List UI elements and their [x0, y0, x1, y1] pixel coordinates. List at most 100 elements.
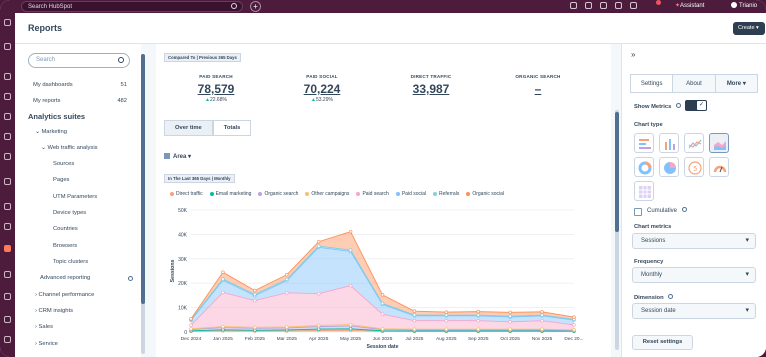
- main-scrollbar-thumb[interactable]: [615, 112, 619, 232]
- assistant-button[interactable]: Assistant: [675, 2, 704, 9]
- marketing-icon[interactable]: [4, 113, 11, 120]
- help-icon[interactable]: [600, 2, 607, 9]
- tab-totals[interactable]: Totals: [212, 120, 252, 136]
- nav-sources[interactable]: Sources: [25, 157, 141, 172]
- data-point: [508, 314, 512, 319]
- library-icon[interactable]: [4, 293, 11, 300]
- x-tick-label: Aug 2025: [436, 336, 457, 342]
- legend-item[interactable]: Organic social: [466, 191, 504, 197]
- metric-label: ORGANIC SEARCH: [515, 74, 561, 79]
- chart-type-kpi[interactable]: 5: [684, 157, 704, 177]
- cumulative-checkbox[interactable]: [634, 208, 642, 216]
- settings-panel: » Settings About More ▾ Show Metrics ✓ C…: [621, 44, 766, 357]
- global-search[interactable]: Search HubSpot: [21, 1, 243, 12]
- chart-type-horizontal-bar[interactable]: [634, 133, 654, 153]
- data-icon[interactable]: [4, 271, 11, 278]
- show-metrics-toggle[interactable]: ✓: [685, 100, 707, 111]
- data-point: [444, 310, 449, 314]
- settings-icon[interactable]: [615, 2, 622, 9]
- nav-sales[interactable]: › Sales: [15, 320, 141, 335]
- sales-icon[interactable]: [4, 153, 11, 160]
- data-point: [412, 309, 417, 313]
- user-menu[interactable]: Trianio: [731, 2, 757, 9]
- create-button[interactable]: Create ▾: [733, 22, 765, 35]
- nav-marketing[interactable]: ⌄ Marketing: [15, 125, 141, 140]
- metric-value[interactable]: –: [488, 82, 588, 96]
- tab-settings[interactable]: Settings: [631, 75, 674, 92]
- data-point: [221, 277, 225, 281]
- chart-type-area[interactable]: [709, 133, 729, 153]
- nav-count: 482: [117, 98, 127, 104]
- chart-type-vertical-bar[interactable]: [659, 133, 679, 153]
- nav-topic-clusters[interactable]: Topic clusters: [15, 255, 141, 270]
- nav-my-reports[interactable]: My reports 482: [15, 94, 141, 109]
- collapse-panel-icon[interactable]: »: [631, 50, 635, 59]
- tab-about[interactable]: About: [673, 75, 716, 92]
- add-icon[interactable]: +: [250, 1, 261, 12]
- bookmark-icon[interactable]: [4, 43, 11, 50]
- legend-item[interactable]: Direct traffic: [170, 191, 203, 197]
- metric-label: PAID SOCIAL: [306, 74, 338, 79]
- nav-browsers[interactable]: Browsers: [15, 239, 141, 254]
- legend-item[interactable]: Paid social: [395, 191, 426, 197]
- chart-type-gauge[interactable]: [709, 157, 729, 177]
- phone-icon[interactable]: [570, 2, 577, 9]
- gear-icon[interactable]: [4, 316, 11, 323]
- service-icon[interactable]: [4, 203, 11, 210]
- cumulative-label: Cumulative: [647, 207, 687, 214]
- chart-type-dropdown[interactable]: Area: [164, 153, 191, 160]
- collapse-rail-icon[interactable]: [4, 336, 11, 343]
- nav-web-traffic-analysis[interactable]: ⌄ Web traffic analysis: [15, 141, 141, 156]
- data-point: [285, 291, 289, 295]
- nav-advanced-reporting[interactable]: Advanced reporting: [15, 271, 141, 286]
- legend-item[interactable]: Organic search: [258, 191, 298, 197]
- data-point: [508, 310, 512, 315]
- dimension-select[interactable]: Session date: [632, 303, 756, 319]
- contacts-icon[interactable]: [4, 73, 11, 80]
- notifications-icon[interactable]: [630, 2, 637, 9]
- data-point: [444, 318, 449, 323]
- commerce-icon[interactable]: [4, 178, 11, 185]
- legend-item[interactable]: Other campaigns: [305, 191, 349, 197]
- chart-type-line[interactable]: [684, 133, 704, 153]
- reset-settings-button[interactable]: Reset settings: [632, 335, 693, 350]
- x-tick-label: Jan 2025: [213, 336, 233, 342]
- automation-icon[interactable]: [4, 223, 11, 230]
- left-rail: [0, 13, 15, 357]
- tab-more[interactable]: More ▾: [715, 75, 757, 92]
- nav-channel-performance[interactable]: › Channel performance: [15, 288, 141, 303]
- nav-utm-parameters[interactable]: UTM Parameters: [15, 190, 141, 205]
- chart-type-donut[interactable]: [634, 157, 654, 177]
- sidebar-search-input[interactable]: Search: [28, 53, 130, 68]
- metric-value[interactable]: 70,224: [272, 82, 372, 96]
- data-point: [348, 327, 353, 331]
- legend-item[interactable]: Referrals: [433, 191, 459, 197]
- legend-item[interactable]: Email marketing: [209, 191, 251, 197]
- nav-service[interactable]: › Service: [15, 337, 141, 352]
- chart-type-pie[interactable]: [659, 157, 679, 177]
- metric-value[interactable]: 33,987: [381, 82, 481, 96]
- tab-over-time[interactable]: Over time: [164, 120, 213, 136]
- nav-countries[interactable]: Countries: [15, 222, 141, 237]
- marketplace-icon[interactable]: [585, 2, 592, 9]
- nav-pages[interactable]: Pages: [15, 173, 141, 188]
- nav-crm-insights[interactable]: › CRM insights: [15, 304, 141, 319]
- compared-to-badge: Compared To | Previous 365 Days: [164, 53, 241, 62]
- metric-value[interactable]: 78,579: [166, 82, 266, 96]
- sidebar-scrollbar-thumb[interactable]: [141, 54, 145, 304]
- reporting-icon[interactable]: [4, 245, 11, 252]
- content-icon[interactable]: [4, 133, 11, 140]
- chart-metrics-select[interactable]: Sessions: [632, 233, 756, 249]
- data-point: [380, 293, 385, 297]
- nav-my-dashboards[interactable]: My dashboards 51: [15, 78, 141, 93]
- chart-type-table[interactable]: [634, 181, 654, 201]
- frequency-select[interactable]: Monthly: [632, 267, 756, 283]
- report-main: Compared To | Previous 365 Days PAID SEA…: [156, 44, 611, 357]
- conversations-icon[interactable]: [4, 93, 11, 100]
- home-icon[interactable]: [4, 19, 11, 26]
- data-point: [380, 327, 385, 331]
- legend-item[interactable]: Paid search: [356, 191, 389, 197]
- data-point: [540, 327, 544, 331]
- nav-device-types[interactable]: Device types: [15, 206, 141, 221]
- data-point: [572, 315, 576, 319]
